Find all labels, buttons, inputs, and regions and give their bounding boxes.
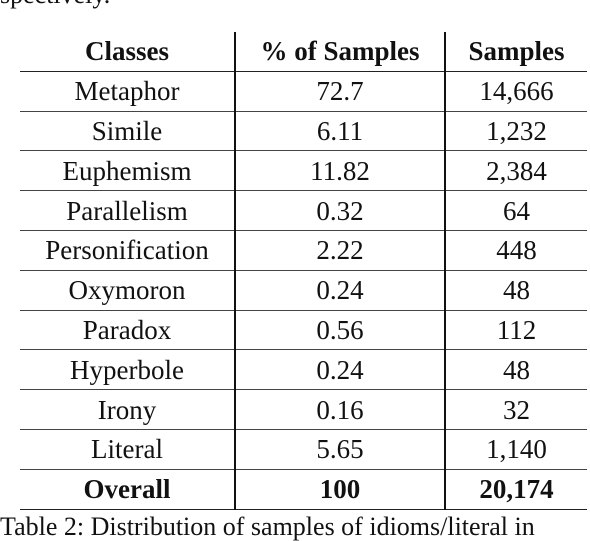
cell-samples: 2,384 [486, 155, 547, 186]
cell-percent: 11.82 [235, 150, 446, 191]
cell-class: Overall [20, 469, 236, 510]
table-header-row: Classes % of Samples Samples [20, 32, 587, 72]
table-row: Metaphor 72.7 14,666 [20, 71, 587, 112]
header-samples: Samples [468, 36, 565, 67]
cell-percent: 72.7 [235, 71, 446, 112]
cell-samples: 448 [496, 235, 537, 266]
cell-percent: 0.24 [235, 349, 446, 390]
class-distribution-table: Classes % of Samples Samples Metaphor 72… [20, 32, 587, 510]
cell-class: Paradox [20, 310, 236, 350]
cell-class: Literal [20, 429, 236, 470]
cell-samples: 48 [503, 275, 530, 306]
cell-percent: 0.24 [235, 270, 446, 311]
cell-class: Oxymoron [20, 270, 236, 311]
cell-samples: 112 [496, 314, 537, 345]
cell-samples: 32 [503, 394, 530, 425]
table-row: Hyperbole 0.24 48 [20, 349, 587, 390]
cell-class: Simile [20, 111, 236, 151]
table-row: Paradox 0.56 112 [20, 310, 587, 350]
cell-percent: 0.56 [235, 310, 446, 350]
table-row-overall: Overall 100 20,174 [20, 469, 587, 510]
cell-class: Irony [20, 389, 236, 430]
cell-samples: 64 [503, 195, 530, 226]
cell-percent: 6.11 [235, 111, 446, 151]
cell-class: Hyperbole [20, 349, 236, 390]
cell-samples: 1,140 [486, 434, 547, 465]
cell-percent: 2.22 [235, 230, 446, 271]
preceding-text-fragment: spectively. [0, 0, 590, 8]
table-row: Literal 5.65 1,140 [20, 429, 587, 470]
cell-class: Euphemism [20, 150, 236, 191]
cell-samples: 1,232 [486, 115, 547, 146]
table-row: Irony 0.16 32 [20, 389, 587, 430]
table-row: Parallelism 0.32 64 [20, 190, 587, 231]
cell-percent: 100 [235, 469, 446, 510]
table-row: Simile 6.11 1,232 [20, 111, 587, 151]
cell-samples: 14,666 [479, 76, 554, 107]
cell-class: Metaphor [20, 71, 236, 112]
cell-class: Parallelism [20, 190, 236, 231]
table-row: Personification 2.22 448 [20, 230, 587, 271]
table-row: Euphemism 11.82 2,384 [20, 150, 587, 191]
cell-samples: 48 [503, 354, 530, 385]
cell-percent: 5.65 [235, 429, 446, 470]
header-classes: Classes [20, 32, 236, 72]
header-percent-of-samples: % of Samples [235, 32, 446, 72]
cell-samples: 20,174 [479, 474, 554, 505]
table-caption: Table 2: Distribution of samples of idio… [0, 512, 535, 541]
cell-percent: 0.32 [235, 190, 446, 231]
cell-class: Personification [20, 230, 236, 271]
table-row: Oxymoron 0.24 48 [20, 270, 587, 311]
cell-percent: 0.16 [235, 389, 446, 430]
